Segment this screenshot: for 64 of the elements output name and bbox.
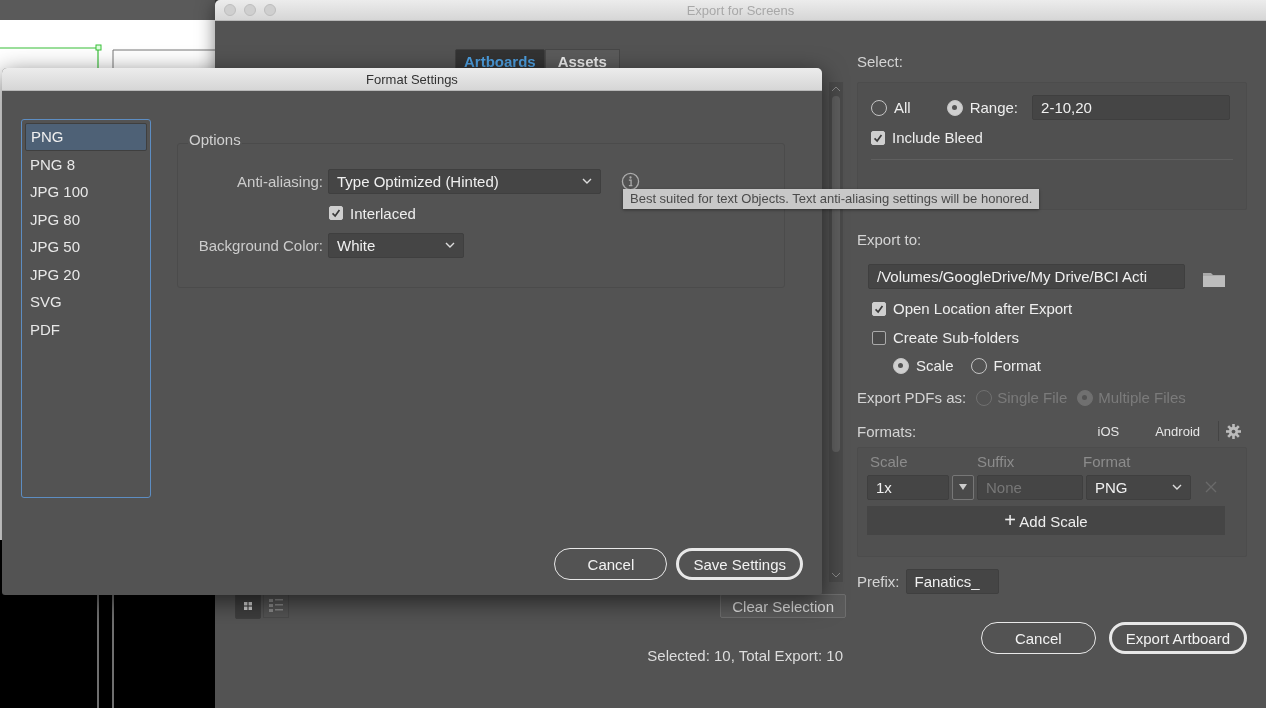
caret-icon: [959, 484, 967, 490]
column-header: Scale: [869, 452, 909, 470]
checkbox-label: Interlaced: [350, 204, 416, 222]
window-title: Format Settings: [366, 71, 458, 87]
checkbox[interactable]: [329, 206, 343, 220]
field-label: Background Color:: [197, 236, 323, 254]
checkbox-label: Include Bleed: [892, 129, 983, 146]
radio-label: Range:: [969, 99, 1019, 116]
settings-icon[interactable]: [1226, 423, 1241, 439]
column-header: Format: [1083, 452, 1131, 470]
preset-button[interactable]: iOS: [1079, 423, 1138, 439]
save-settings-button[interactable]: Save Settings: [676, 548, 803, 580]
checkbox[interactable]: [871, 130, 885, 145]
list-item[interactable]: SVG: [25, 288, 147, 316]
info-icon[interactable]: [621, 171, 640, 191]
radio-button[interactable]: [893, 357, 909, 374]
list-item[interactable]: JPG 20: [25, 260, 147, 288]
checkbox[interactable]: [872, 301, 886, 316]
anti-aliasing-dropdown[interactable]: Type Optimized (Hinted): [328, 168, 601, 194]
background-color-dropdown[interactable]: White: [328, 232, 464, 258]
prefix-field[interactable]: Fanatics_: [905, 569, 999, 594]
radio-label: Scale: [916, 357, 954, 374]
export-summary: Selected: 10, Total Export: 10: [647, 647, 843, 664]
column-header: Suffix: [977, 452, 1016, 470]
list-view-icon[interactable]: [263, 593, 289, 618]
chevron-up-icon[interactable]: [831, 86, 841, 92]
cancel-button[interactable]: Cancel: [980, 622, 1096, 654]
chevron-down-icon[interactable]: [831, 572, 841, 578]
chevron-down-icon: [445, 242, 455, 248]
path-field[interactable]: /Volumes/GoogleDrive/My Drive/BCI Acti: [868, 264, 1185, 289]
list-item[interactable]: JPG 100: [25, 178, 147, 206]
radio-label: All: [894, 99, 911, 116]
group-title: Options: [188, 131, 242, 148]
list-item[interactable]: JPG 50: [25, 233, 147, 261]
window-title: Export for Screens: [686, 2, 795, 18]
grid-view-icon[interactable]: [235, 593, 261, 619]
chevron-down-icon: [1172, 484, 1182, 490]
checkbox-label: Create Sub-folders: [893, 329, 1019, 346]
field-label: Anti-aliasing:: [236, 172, 323, 190]
cancel-button[interactable]: Cancel: [554, 548, 668, 580]
section-label: Select:: [857, 53, 904, 70]
checkbox[interactable]: [872, 330, 886, 345]
list-item[interactable]: PDF: [25, 315, 147, 343]
radio-button[interactable]: [946, 99, 963, 116]
preset-button[interactable]: Android: [1137, 423, 1218, 439]
clear-selection-button[interactable]: Clear Selection: [720, 594, 846, 618]
chevron-down-icon: [582, 178, 592, 184]
field-label: Prefix:: [857, 573, 900, 590]
section-label: Export to:: [857, 231, 923, 248]
list-item[interactable]: PNG 8: [25, 150, 147, 178]
tooltip: Best suited for text Objects. Text anti-aliasing settings will be honored.: [623, 189, 1040, 209]
folder-icon[interactable]: [1203, 270, 1225, 287]
format-dropdown[interactable]: PNG: [1086, 474, 1191, 500]
export-button[interactable]: Export Artboard: [1108, 622, 1247, 654]
add-scale-button[interactable]: + Add Scale: [867, 506, 1225, 535]
list-item[interactable]: PNG: [25, 123, 147, 151]
range-field[interactable]: 2-10,20: [1032, 95, 1231, 120]
radio-label: Format: [993, 357, 1042, 374]
checkbox-label: Open Location after Export: [893, 300, 1073, 317]
scale-dropdown-button[interactable]: [952, 474, 974, 500]
section-label: Export PDFs as:: [857, 389, 967, 406]
scale-field[interactable]: 1x: [867, 474, 949, 500]
section-label: Formats:: [857, 422, 917, 440]
list-item[interactable]: JPG 80: [25, 205, 147, 233]
